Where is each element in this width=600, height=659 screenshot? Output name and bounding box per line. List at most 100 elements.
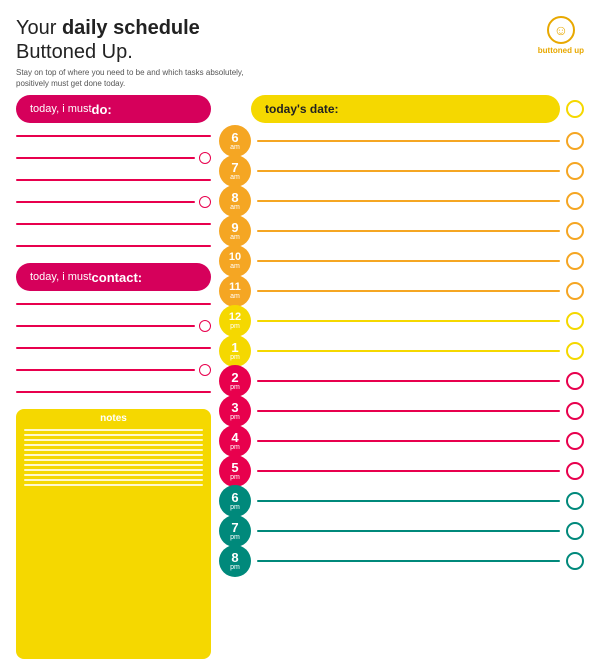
check-circle-5pm — [566, 462, 584, 480]
time-line-4pm — [257, 440, 560, 442]
check-circle-7am — [566, 162, 584, 180]
do-line-6[interactable] — [16, 237, 211, 255]
time-bubble-7am: 7am — [219, 155, 251, 187]
time-line-7pm — [257, 530, 560, 532]
date-row: today's date: — [219, 95, 584, 123]
notes-line-10 — [24, 474, 203, 476]
check-circle-3pm — [566, 402, 584, 420]
check-circle-12pm — [566, 312, 584, 330]
time-row-10am: 10am — [219, 247, 584, 275]
notes-line-6 — [24, 454, 203, 456]
notes-line-11 — [24, 479, 203, 481]
do-bar-2 — [16, 157, 195, 159]
check-circle-1pm — [566, 342, 584, 360]
check-circle-6pm — [566, 492, 584, 510]
do-bar-3 — [16, 179, 211, 181]
brand-logo: ☺ buttoned up — [538, 16, 584, 55]
time-bubble-7pm: 7pm — [219, 515, 251, 547]
contact-line-3[interactable] — [16, 339, 211, 357]
notes-line-2 — [24, 434, 203, 436]
check-circle-4pm — [566, 432, 584, 450]
time-bubble-4pm: 4pm — [219, 425, 251, 457]
time-bubble-1pm: 1pm — [219, 335, 251, 367]
time-row-8pm: 8pm — [219, 547, 584, 575]
time-row-6pm: 6pm — [219, 487, 584, 515]
right-panel: today's date: 6am7am8am9am10am11am12pm1p… — [219, 95, 584, 659]
check-circle-10am — [566, 252, 584, 270]
contact-line-4[interactable] — [16, 361, 211, 379]
time-row-9am: 9am — [219, 217, 584, 245]
time-row-6am: 6am — [219, 127, 584, 155]
time-line-6pm — [257, 500, 560, 502]
time-bubble-2pm: 2pm — [219, 365, 251, 397]
left-panel: today, i must do: — [16, 95, 211, 659]
contact-bar-3 — [16, 347, 211, 349]
time-bubble-11am: 11am — [219, 275, 251, 307]
contact-circle-2 — [199, 320, 211, 332]
do-section-label: today, i must do: — [16, 95, 211, 123]
notes-label: notes — [24, 413, 203, 424]
contact-bar-4 — [16, 369, 195, 371]
contact-circle-4 — [199, 364, 211, 376]
time-bubble-12pm: 12pm — [219, 305, 251, 337]
notes-line-4 — [24, 444, 203, 446]
time-row-12pm: 12pm — [219, 307, 584, 335]
contact-line-5[interactable] — [16, 383, 211, 401]
check-circle-2pm — [566, 372, 584, 390]
notes-line-8 — [24, 464, 203, 466]
check-circle-8am — [566, 192, 584, 210]
time-bubble-3pm: 3pm — [219, 395, 251, 427]
check-circle-6am — [566, 132, 584, 150]
notes-line-12 — [24, 484, 203, 486]
check-circle-8pm — [566, 552, 584, 570]
do-line-5[interactable] — [16, 215, 211, 233]
contact-line-2[interactable] — [16, 317, 211, 335]
time-row-7am: 7am — [219, 157, 584, 185]
do-line-3[interactable] — [16, 171, 211, 189]
do-bar-4 — [16, 201, 195, 203]
time-row-5pm: 5pm — [219, 457, 584, 485]
contact-bar-1 — [16, 303, 211, 305]
notes-box: notes — [16, 409, 211, 659]
notes-line-3 — [24, 439, 203, 441]
time-line-7am — [257, 170, 560, 172]
notes-line-7 — [24, 459, 203, 461]
time-bubble-8am: 8am — [219, 185, 251, 217]
do-line-1[interactable] — [16, 127, 211, 145]
date-check-circle — [566, 100, 584, 118]
do-bar-5 — [16, 223, 211, 225]
header-left: Your daily schedule Buttoned Up. Stay on… — [16, 16, 256, 89]
time-line-5pm — [257, 470, 560, 472]
check-circle-7pm — [566, 522, 584, 540]
brand-name: buttoned up — [538, 46, 584, 55]
time-line-10am — [257, 260, 560, 262]
header: Your daily schedule Buttoned Up. Stay on… — [16, 16, 584, 89]
time-bubble-10am: 10am — [219, 245, 251, 277]
do-circle-4 — [199, 196, 211, 208]
brand-icon: ☺ — [547, 16, 575, 44]
time-bubble-6am: 6am — [219, 125, 251, 157]
time-line-6am — [257, 140, 560, 142]
time-row-4pm: 4pm — [219, 427, 584, 455]
check-circle-11am — [566, 282, 584, 300]
do-bar-1 — [16, 135, 211, 137]
time-row-3pm: 3pm — [219, 397, 584, 425]
time-row-11am: 11am — [219, 277, 584, 305]
notes-line-1 — [24, 429, 203, 431]
notes-line-5 — [24, 449, 203, 451]
today-date-bar[interactable]: today's date: — [251, 95, 560, 123]
time-row-2pm: 2pm — [219, 367, 584, 395]
time-line-8pm — [257, 560, 560, 562]
do-line-4[interactable] — [16, 193, 211, 211]
page-title: Your daily schedule Buttoned Up. — [16, 16, 256, 64]
time-line-9am — [257, 230, 560, 232]
page: Your daily schedule Buttoned Up. Stay on… — [0, 0, 600, 648]
time-bubble-9am: 9am — [219, 215, 251, 247]
time-line-2pm — [257, 380, 560, 382]
contact-bar-2 — [16, 325, 195, 327]
do-line-2[interactable] — [16, 149, 211, 167]
check-circle-9am — [566, 222, 584, 240]
subtitle: Stay on top of where you need to be and … — [16, 67, 256, 89]
content: today, i must do: — [16, 95, 584, 659]
contact-line-1[interactable] — [16, 295, 211, 313]
